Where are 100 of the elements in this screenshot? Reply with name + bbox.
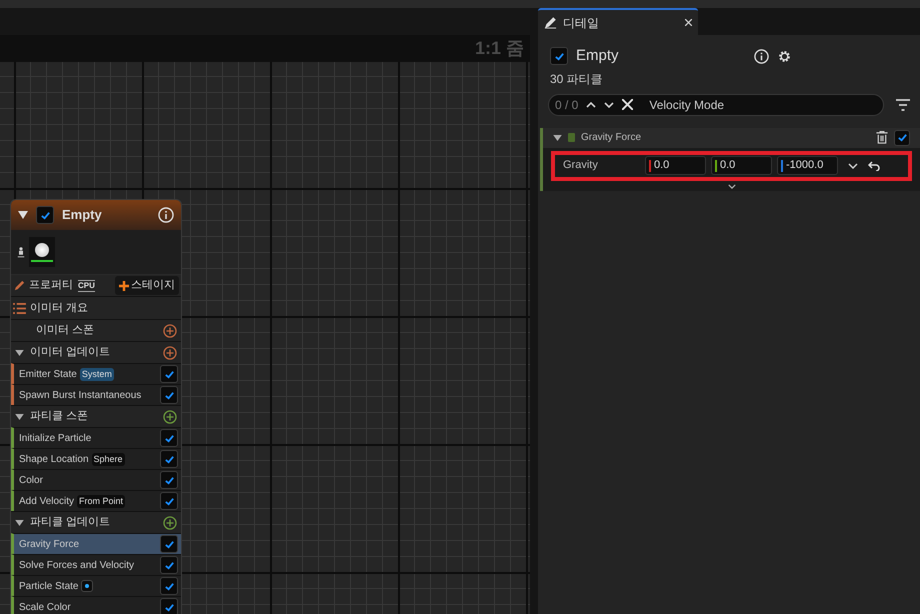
checkmark-icon xyxy=(164,602,174,612)
match-counter: 0 / 0 xyxy=(555,96,578,114)
reset-icon[interactable] xyxy=(868,160,880,170)
checkbox[interactable] xyxy=(160,450,178,468)
checkmark-icon xyxy=(554,50,564,62)
number-field[interactable]: -1000.0 xyxy=(777,156,838,175)
checkmark-icon xyxy=(164,560,174,570)
checkbox[interactable] xyxy=(160,577,178,595)
search-field[interactable]: 0 / 0 Velocity Mode xyxy=(548,94,884,116)
down-chevron-icon[interactable] xyxy=(604,102,614,108)
filter-icon[interactable] xyxy=(896,98,910,110)
checkbox[interactable] xyxy=(160,386,178,404)
checkbox[interactable] xyxy=(160,598,178,614)
checkbox[interactable] xyxy=(160,471,178,489)
zoom-label: 1:1 줌 xyxy=(474,37,524,60)
module-label: Gravity Force xyxy=(18,538,80,552)
checkmark-icon xyxy=(164,454,174,464)
checkmark-icon xyxy=(164,474,174,486)
collapse-arrow-icon[interactable] xyxy=(15,520,24,526)
checkmark-icon xyxy=(164,580,174,592)
stage-label: 이미터 업데이트 xyxy=(30,345,112,360)
module-label: Solve Forces and Velocity xyxy=(18,558,134,572)
pencil-icon xyxy=(544,16,557,29)
module-row[interactable]: Emitter State System xyxy=(11,363,181,384)
collapse-arrow-icon[interactable] xyxy=(553,134,562,140)
info-icon[interactable] xyxy=(754,48,769,64)
chevron-icon[interactable] xyxy=(848,162,858,168)
stage-header[interactable]: 파티클 업데이트 xyxy=(11,511,181,533)
add-module-icon[interactable] xyxy=(163,324,177,338)
module-row[interactable]: Spawn Burst Instantaneous xyxy=(11,384,181,405)
module-row[interactable]: Shape Location Sphere xyxy=(11,448,181,469)
dot-tag xyxy=(81,580,94,592)
pencil-icon xyxy=(13,279,26,292)
figure-icon xyxy=(17,246,25,258)
plus-icon xyxy=(119,280,129,290)
checkbox[interactable] xyxy=(160,492,178,510)
settings-icon[interactable] xyxy=(777,48,792,64)
stage-header[interactable]: 이미터 업데이트 xyxy=(11,341,181,363)
tab-label: 디테일 xyxy=(563,14,600,32)
collapse-arrow-icon[interactable] xyxy=(18,211,28,219)
module-label: Particle State xyxy=(18,580,78,594)
module-row[interactable]: Add Velocity From Point xyxy=(11,490,181,511)
properties-label[interactable]: 프로퍼티 xyxy=(29,277,73,294)
module-row[interactable]: Gravity Force xyxy=(11,533,181,554)
node-title: Empty xyxy=(62,206,103,224)
checkbox[interactable] xyxy=(160,365,178,383)
list-icon xyxy=(13,302,26,314)
checkbox[interactable] xyxy=(36,206,54,224)
axis-color-bar xyxy=(649,160,651,172)
search-text: Velocity Mode xyxy=(648,96,724,114)
module-label: Emitter State xyxy=(18,368,77,382)
module-label: Spawn Burst Instantaneous xyxy=(18,388,142,402)
close-icon[interactable] xyxy=(685,19,692,26)
module-title: Gravity Force xyxy=(581,131,642,145)
add-stage-button[interactable]: 스테이지 xyxy=(115,276,179,295)
sim-target-label: CPU xyxy=(78,280,95,292)
add-module-icon[interactable] xyxy=(163,346,177,360)
stage-label: 파티클 스폰 xyxy=(30,409,90,424)
module-row[interactable]: Solve Forces and Velocity xyxy=(11,554,181,575)
module-row[interactable]: Color xyxy=(11,469,181,490)
number-field[interactable]: 0.0 xyxy=(711,156,772,175)
module-label: Color xyxy=(18,474,43,488)
module-label: Shape Location xyxy=(18,452,89,466)
axis-color-bar xyxy=(715,160,717,172)
checkbox[interactable] xyxy=(550,47,568,66)
number-field[interactable]: 0.0 xyxy=(645,156,706,175)
checkmark-icon xyxy=(164,538,174,550)
expand-chevron-icon[interactable] xyxy=(728,184,736,188)
node-header[interactable]: Empty xyxy=(11,200,181,230)
checkmark-icon xyxy=(164,432,174,444)
details-tab[interactable]: 디테일 xyxy=(538,8,698,35)
clear-icon[interactable] xyxy=(622,99,634,110)
checkbox[interactable] xyxy=(894,130,910,146)
trash-icon[interactable] xyxy=(876,131,888,144)
add-module-icon[interactable] xyxy=(163,410,177,424)
stage-header[interactable]: 파티클 스폰 xyxy=(11,405,181,427)
collapse-arrow-icon[interactable] xyxy=(15,414,24,420)
module-label: Add Velocity xyxy=(18,494,74,508)
checkmark-icon xyxy=(40,210,50,220)
checkbox[interactable] xyxy=(160,535,178,553)
module-label: Initialize Particle xyxy=(18,432,92,446)
checkbox[interactable] xyxy=(160,556,178,574)
info-icon[interactable] xyxy=(158,207,174,223)
module-row[interactable]: Particle State xyxy=(11,575,181,596)
checkmark-icon xyxy=(164,368,174,380)
module-tag: From Point xyxy=(77,494,126,508)
stage-label: 이미터 스폰 xyxy=(35,323,96,338)
checkmark-icon xyxy=(164,390,174,400)
collapse-arrow-icon[interactable] xyxy=(15,350,24,356)
module-row[interactable]: Scale Color xyxy=(11,596,181,614)
particle-thumbnail[interactable] xyxy=(29,237,55,267)
stage-header[interactable]: 이미터 스폰 xyxy=(11,319,181,341)
axis-color-bar xyxy=(781,160,783,172)
module-header[interactable]: Gravity Force xyxy=(543,128,920,148)
property-label: Gravity xyxy=(562,158,599,174)
up-chevron-icon[interactable] xyxy=(586,102,596,108)
module-row[interactable]: Initialize Particle xyxy=(11,427,181,448)
checkbox[interactable] xyxy=(160,429,178,447)
add-module-icon[interactable] xyxy=(163,516,177,530)
emitter-node[interactable] xyxy=(10,199,182,614)
